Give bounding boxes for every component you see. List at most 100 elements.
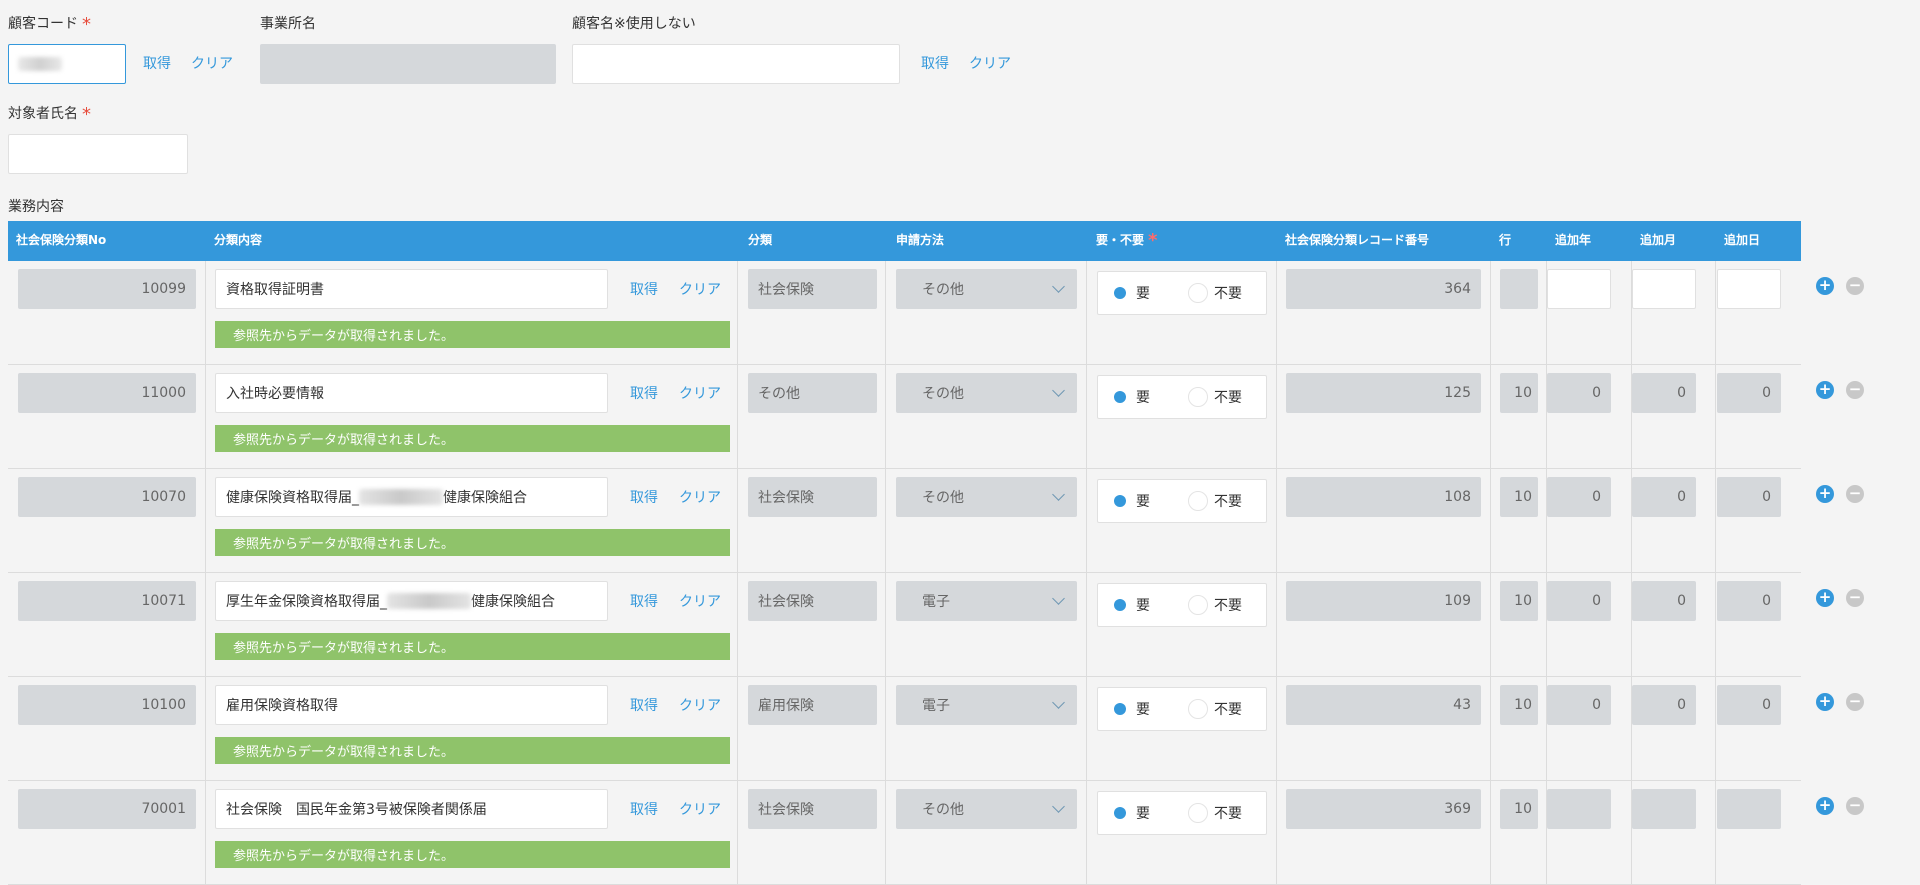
add-row-button[interactable]: + (1816, 277, 1834, 295)
chevron-down-icon (1052, 695, 1065, 709)
no-need-radio[interactable] (1188, 283, 1208, 303)
chevron-down-icon (1052, 487, 1065, 501)
column-divider (205, 573, 206, 677)
column-divider (1086, 573, 1087, 677)
add-row-button[interactable]: + (1816, 485, 1834, 503)
no-need-radio[interactable] (1188, 387, 1208, 407)
record-number-field: 43 (1286, 685, 1481, 725)
classification-content-input[interactable]: 入社時必要情報 (215, 373, 608, 413)
classification-no-field: 70001 (18, 789, 196, 829)
column-divider (1715, 573, 1716, 677)
customer-code-clear-button[interactable]: クリア (191, 53, 233, 73)
classification-content-input[interactable]: 厚生年金保険資格取得届_ 健康保険組合 (215, 581, 608, 621)
remove-row-button[interactable]: − (1846, 485, 1864, 503)
no-need-radio[interactable] (1188, 699, 1208, 719)
add-month-field (1632, 789, 1696, 829)
header-year: 追加年 (1555, 233, 1592, 247)
fetch-success-message: 参照先からデータが取得されました。 (215, 321, 730, 348)
remove-row-button[interactable]: − (1846, 589, 1864, 607)
customer-code-input[interactable] (8, 44, 126, 84)
application-method-select[interactable]: 電子 (896, 581, 1077, 621)
business-content-label: 業務内容 (8, 199, 64, 215)
need-radio-group: 要 不要 (1097, 687, 1267, 731)
redacted-text (359, 489, 443, 505)
classification-no-field: 10071 (18, 581, 196, 621)
header-no: 社会保険分類No (16, 233, 107, 247)
remove-row-button[interactable]: − (1846, 277, 1864, 295)
line-field: 10 (1500, 477, 1538, 517)
add-month-input[interactable] (1632, 269, 1696, 309)
need-radio[interactable] (1110, 699, 1130, 719)
add-row-button[interactable]: + (1816, 589, 1834, 607)
application-method-select[interactable]: 電子 (896, 685, 1077, 725)
no-need-radio[interactable] (1188, 803, 1208, 823)
column-divider (205, 261, 206, 365)
column-divider (1086, 781, 1087, 885)
add-row-button[interactable]: + (1816, 693, 1834, 711)
plus-icon: + (1818, 484, 1832, 502)
customer-name-clear-button[interactable]: クリア (969, 53, 1011, 73)
column-divider (1715, 781, 1716, 885)
classification-content-input[interactable]: 資格取得証明書 (215, 269, 608, 309)
content-clear-button[interactable]: クリア (679, 279, 721, 299)
target-name-input[interactable] (8, 134, 188, 174)
need-radio[interactable] (1110, 387, 1130, 407)
application-method-select[interactable]: その他 (896, 477, 1077, 517)
content-get-button[interactable]: 取得 (630, 487, 658, 507)
classification-content-input[interactable]: 社会保険 国民年金第3号被保険者関係届 (215, 789, 608, 829)
classification-content-input[interactable]: 雇用保険資格取得 (215, 685, 608, 725)
need-radio[interactable] (1110, 491, 1130, 511)
no-need-radio-label: 不要 (1214, 390, 1242, 406)
add-row-button[interactable]: + (1816, 797, 1834, 815)
no-need-radio[interactable] (1188, 491, 1208, 511)
no-need-radio[interactable] (1188, 595, 1208, 615)
column-divider (885, 365, 886, 469)
table-row: 70001 社会保険 国民年金第3号被保険者関係届 取得 クリア 参照先からデー… (8, 781, 1864, 885)
header-content: 分類内容 (214, 233, 263, 247)
content-clear-button[interactable]: クリア (679, 487, 721, 507)
header-category: 分類 (748, 233, 773, 247)
customer-name-get-button[interactable]: 取得 (921, 53, 949, 73)
content-get-button[interactable]: 取得 (630, 279, 658, 299)
content-clear-button[interactable]: クリア (679, 383, 721, 403)
column-divider (1715, 261, 1716, 365)
no-need-radio-label: 不要 (1214, 494, 1242, 510)
need-radio[interactable] (1110, 803, 1130, 823)
application-method-select[interactable]: その他 (896, 373, 1077, 413)
content-get-button[interactable]: 取得 (630, 383, 658, 403)
column-divider (737, 573, 738, 677)
add-day-field: 0 (1717, 685, 1781, 725)
remove-row-button[interactable]: − (1846, 381, 1864, 399)
remove-row-button[interactable]: − (1846, 693, 1864, 711)
add-row-button[interactable]: + (1816, 381, 1834, 399)
customer-code-get-button[interactable]: 取得 (143, 53, 171, 73)
customer-code-label-text: 顧客コード (8, 16, 78, 32)
plus-icon: + (1818, 692, 1832, 710)
content-clear-button[interactable]: クリア (679, 695, 721, 715)
column-divider (885, 469, 886, 573)
application-method-select[interactable]: その他 (896, 789, 1077, 829)
remove-row-button[interactable]: − (1846, 797, 1864, 815)
content-get-button[interactable]: 取得 (630, 591, 658, 611)
content-get-button[interactable]: 取得 (630, 799, 658, 819)
application-method-value: その他 (922, 490, 964, 506)
classification-no-field: 10099 (18, 269, 196, 309)
need-radio-group: 要 不要 (1097, 479, 1267, 523)
add-day-input[interactable] (1717, 269, 1781, 309)
classification-content-input[interactable]: 健康保険資格取得届_ 健康保険組合 (215, 477, 608, 517)
content-clear-button[interactable]: クリア (679, 591, 721, 611)
content-get-button[interactable]: 取得 (630, 695, 658, 715)
column-divider (1276, 469, 1277, 573)
add-year-input[interactable] (1547, 269, 1611, 309)
need-radio-label: 要 (1136, 494, 1150, 510)
need-radio[interactable] (1110, 283, 1130, 303)
category-field: その他 (748, 373, 877, 413)
no-need-radio-label: 不要 (1214, 806, 1242, 822)
content-clear-button[interactable]: クリア (679, 799, 721, 819)
plus-icon: + (1818, 380, 1832, 398)
customer-name-input[interactable] (572, 44, 900, 84)
need-radio[interactable] (1110, 595, 1130, 615)
chevron-down-icon (1052, 799, 1065, 813)
plus-icon: + (1818, 588, 1832, 606)
application-method-select[interactable]: その他 (896, 269, 1077, 309)
